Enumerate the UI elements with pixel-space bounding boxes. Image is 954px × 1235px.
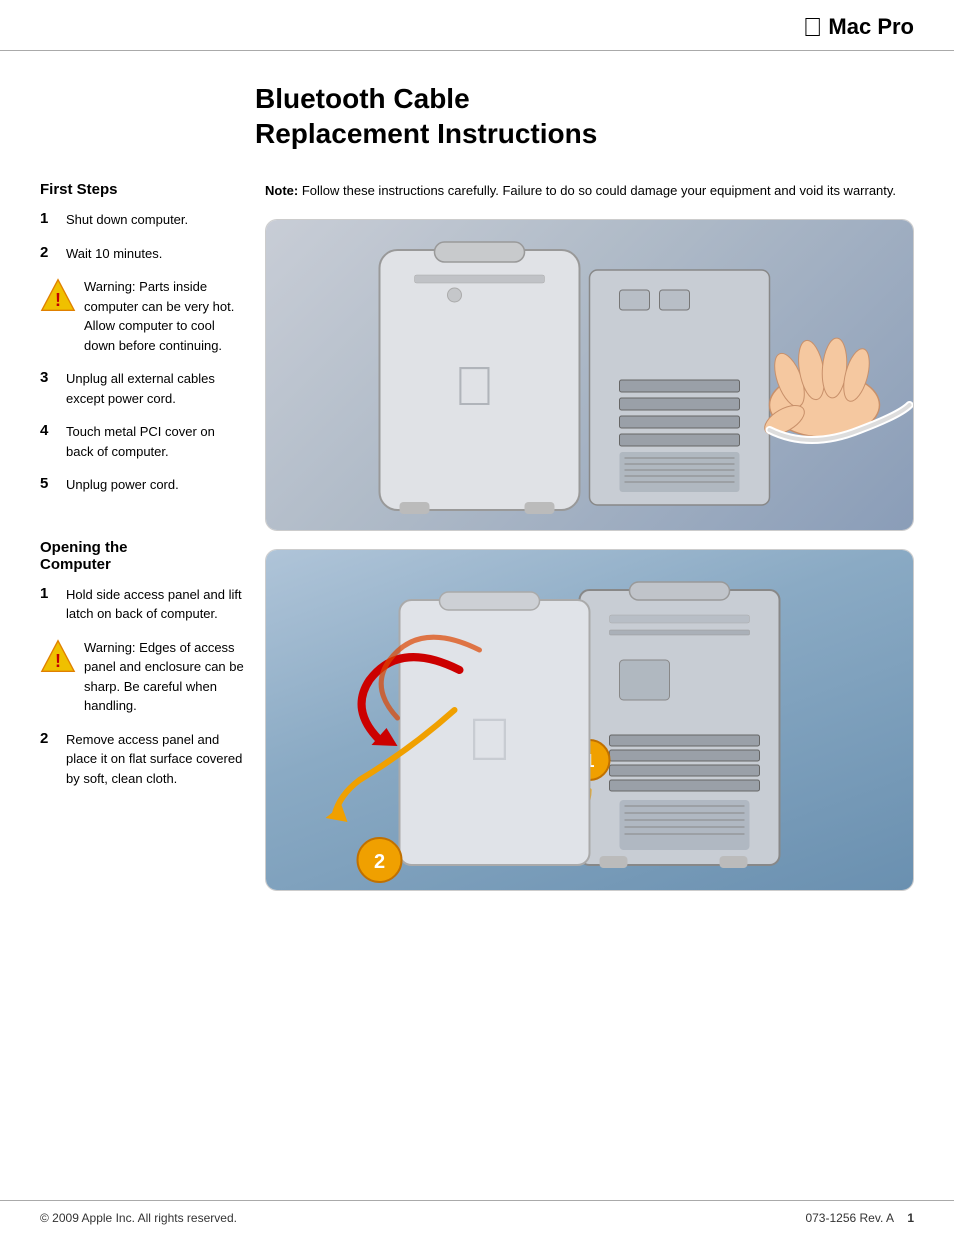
- main-content: First Steps 1 Shut down computer. 2 Wait…: [0, 161, 954, 909]
- step-2: 2 Wait 10 minutes.: [40, 244, 245, 264]
- first-steps-heading: First Steps: [40, 181, 245, 198]
- right-column: Note: Follow these instructions carefull…: [255, 161, 914, 909]
- header-title:  Mac Pro: [803, 14, 914, 40]
- first-steps-section: First Steps 1 Shut down computer. 2 Wait…: [40, 161, 245, 495]
- page-header:  Mac Pro: [0, 0, 954, 51]
- warning-icon-1: !: [40, 277, 76, 313]
- warning-block-2: ! Warning: Edges of access panel and enc…: [40, 638, 245, 716]
- step-number-2: 2: [40, 244, 58, 261]
- open-step-number-1: 1: [40, 585, 58, 602]
- svg-text:: : [454, 355, 495, 417]
- page-footer: © 2009 Apple Inc. All rights reserved. 0…: [0, 1200, 954, 1235]
- opening-computer-section: Opening the Computer 1 Hold side access …: [40, 539, 245, 789]
- open-step-number-2: 2: [40, 730, 58, 747]
- page-title-section: Bluetooth Cable Replacement Instructions: [0, 51, 954, 161]
- step-1: 1 Shut down computer.: [40, 210, 245, 230]
- svg-text:!: !: [55, 290, 61, 310]
- step-4: 4 Touch metal PCI cover on back of compu…: [40, 422, 245, 461]
- note-box: Note: Follow these instructions carefull…: [265, 181, 914, 201]
- page-title: Bluetooth Cable Replacement Instructions: [255, 81, 914, 151]
- open-step-text-2: Remove access panel and place it on flat…: [66, 730, 245, 789]
- mac-pro-svg-1: : [266, 220, 913, 530]
- product-name: Mac Pro: [828, 14, 914, 40]
- step-text-3: Unplug all external cables except power …: [66, 369, 245, 408]
- step-text-2: Wait 10 minutes.: [66, 244, 162, 264]
- warning-label-2: Warning:: [84, 640, 136, 655]
- warning-icon-2: !: [40, 638, 76, 674]
- step-3: 3 Unplug all external cables except powe…: [40, 369, 245, 408]
- apple-logo-icon: : [803, 14, 823, 40]
- doc-number: 073-1256 Rev. A: [805, 1211, 894, 1225]
- svg-text:2: 2: [374, 851, 385, 873]
- step-5: 5 Unplug power cord.: [40, 475, 245, 495]
- warning-label-1: Warning:: [84, 279, 136, 294]
- step-text-1: Shut down computer.: [66, 210, 188, 230]
- svg-text:: : [467, 706, 512, 773]
- step-number-1: 1: [40, 210, 58, 227]
- warning-text-1: Warning: Parts inside computer can be ve…: [84, 277, 245, 355]
- illustration-2-content: 1 : [266, 550, 913, 890]
- step-text-4: Touch metal PCI cover on back of compute…: [66, 422, 245, 461]
- warning-text-2: Warning: Edges of access panel and enclo…: [84, 638, 245, 716]
- step-number-5: 5: [40, 475, 58, 492]
- step-number-3: 3: [40, 369, 58, 386]
- doc-info: 073-1256 Rev. A 1: [805, 1211, 914, 1225]
- illustration-2: 1 : [265, 549, 914, 891]
- opening-computer-heading: Opening the Computer: [40, 539, 245, 573]
- mac-pro-svg-2: 1 : [266, 550, 913, 890]
- open-step-text-1: Hold side access panel and lift latch on…: [66, 585, 245, 624]
- illustration-1: : [265, 219, 914, 531]
- warning-block-1: ! Warning: Parts inside computer can be …: [40, 277, 245, 355]
- page-number: 1: [907, 1211, 914, 1225]
- open-step-1: 1 Hold side access panel and lift latch …: [40, 585, 245, 624]
- illustration-1-content: : [266, 220, 913, 530]
- open-step-2: 2 Remove access panel and place it on fl…: [40, 730, 245, 789]
- note-text: Follow these instructions carefully. Fai…: [302, 183, 896, 198]
- left-column: First Steps 1 Shut down computer. 2 Wait…: [40, 161, 255, 909]
- svg-text:!: !: [55, 650, 61, 670]
- copyright-text: © 2009 Apple Inc. All rights reserved.: [40, 1211, 237, 1225]
- note-label: Note:: [265, 183, 298, 198]
- right-section-start: Note: Follow these instructions carefull…: [265, 161, 914, 891]
- step-text-5: Unplug power cord.: [66, 475, 179, 495]
- step-number-4: 4: [40, 422, 58, 439]
